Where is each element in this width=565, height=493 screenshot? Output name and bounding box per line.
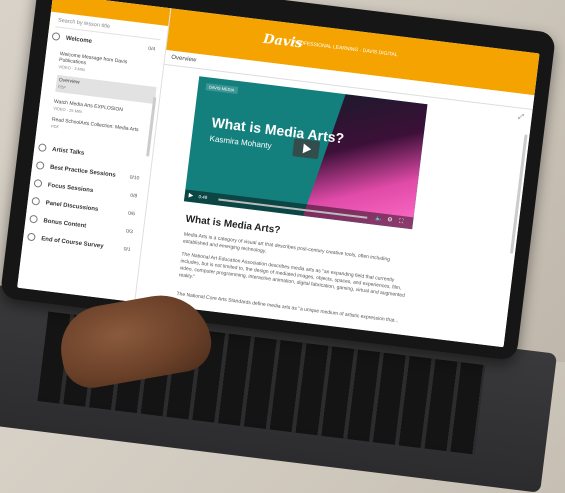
content-scrollbar[interactable] [509,134,528,254]
volume-icon[interactable]: 🔈 [375,215,383,224]
video-player[interactable]: DAVIS MEDIA What is Media Arts? Kasmira … [183,76,428,230]
fullscreen-icon[interactable]: ⛶ [399,218,404,226]
progress-circle-icon [31,197,41,207]
gear-icon[interactable]: ⚙ [387,216,393,225]
screen: Davis PROFESSIONAL LEARNING · DAVIS DIGI… [17,0,540,348]
video-time: 0:49 [198,194,208,201]
brand-subtitle: PROFESSIONAL LEARNING · DAVIS DIGITAL [292,39,398,59]
lesson-content: Overview ⤢ DAVIS MEDIA What is Media Art… [135,49,540,348]
progress-circle-icon [29,215,39,224]
progress-circle-icon [37,143,47,153]
progress-circle-icon [33,179,43,189]
play-icon [302,143,312,155]
fullscreen-icon[interactable]: ⤢ [518,113,524,122]
play-button[interactable] [292,138,321,160]
video-badge: DAVIS MEDIA [205,83,238,94]
progress-circle-icon [26,232,36,242]
play-icon[interactable]: ▶ [188,192,194,201]
progress-circle-icon [35,161,45,171]
progress-circle-icon [51,32,61,42]
laptop-bezel: Davis PROFESSIONAL LEARNING · DAVIS DIGI… [0,0,557,361]
